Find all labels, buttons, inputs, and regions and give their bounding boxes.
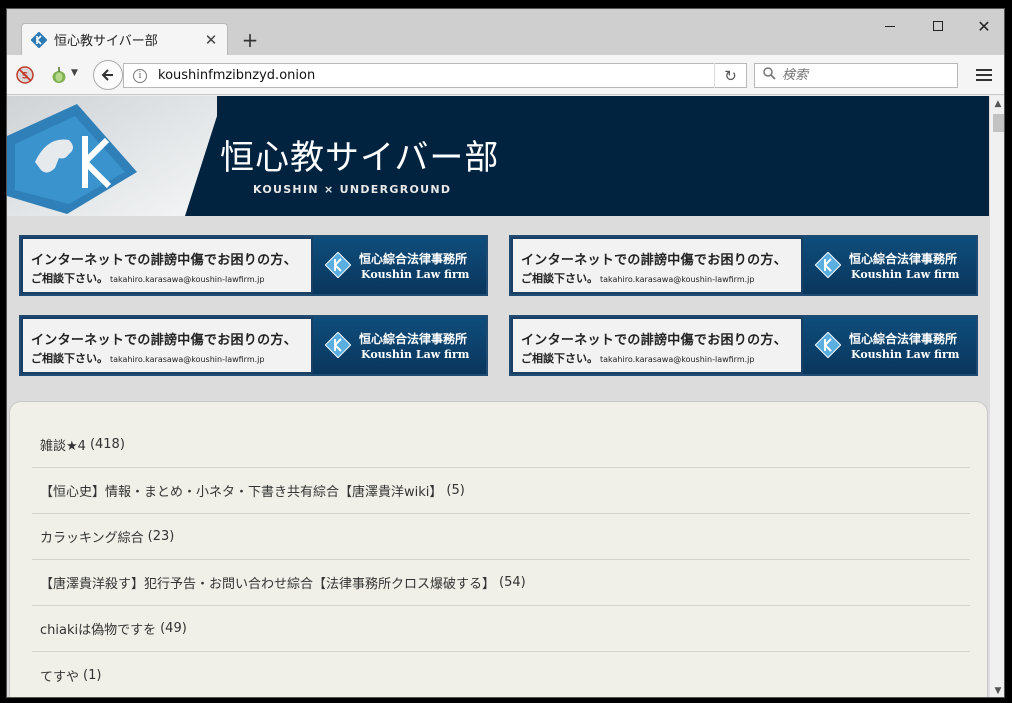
vertical-scrollbar[interactable]: ▲ ▼	[989, 96, 1004, 697]
board-list-item[interactable]: chiakiは偽物ですを (49)	[32, 606, 970, 652]
search-input[interactable]	[782, 68, 942, 83]
board-list-item[interactable]: 【恒心史】情報・まとめ・小ネタ・下書き共有綜合【唐澤貴洋wiki】 (5)	[32, 468, 970, 514]
ad-banner[interactable]: インターネットでの誹謗中傷でお困りの方、 ご相談下さい。 takahiro.kar…	[509, 315, 978, 376]
banner-firm-en: Koushin Law firm	[361, 268, 470, 281]
banner-email: takahiro.karasawa@koushin-lawfirm.jp	[600, 275, 755, 284]
banner-firm-jp: 恒心綜合法律事務所	[359, 332, 468, 346]
board-count: (5)	[446, 483, 465, 498]
board-list: 雑談★4 (418) 【恒心史】情報・まとめ・小ネタ・下書き共有綜合【唐澤貴洋wi…	[9, 401, 988, 697]
banner-firm-jp: 恒心綜合法律事務所	[849, 252, 958, 266]
banner-line2-text: ご相談下さい。	[521, 352, 598, 365]
banner-line2-text: ご相談下さい。	[521, 272, 598, 285]
window-close-button[interactable]: ✕	[969, 15, 999, 37]
banner-line2: ご相談下さい。 takahiro.karasawa@koushin-lawfirm…	[521, 350, 754, 366]
board-name[interactable]: 雑談★4	[40, 435, 86, 454]
reload-icon[interactable]: ↻	[714, 63, 746, 88]
banner-line2: ご相談下さい。 takahiro.karasawa@koushin-lawfirm…	[521, 270, 754, 286]
law-firm-logo-icon	[815, 332, 841, 358]
ad-banner[interactable]: インターネットでの誹謗中傷でお困りの方、 ご相談下さい。 takahiro.kar…	[19, 315, 488, 376]
scroll-up-icon[interactable]: ▲	[990, 96, 1004, 112]
banner-firm-en: Koushin Law firm	[851, 268, 960, 281]
tab-bar: 恒心教サイバー部 ✕ + ✕	[7, 9, 1004, 55]
banner-email: takahiro.karasawa@koushin-lawfirm.jp	[110, 355, 265, 364]
board-name[interactable]: 【唐澤貴洋殺す】犯行予告・お問い合わせ綜合【法律事務所クロス爆破する】	[40, 573, 495, 592]
board-name[interactable]: てすや	[40, 666, 79, 685]
banner-firm-jp: 恒心綜合法律事務所	[849, 332, 958, 346]
board-count: (54)	[499, 575, 526, 590]
board-list-item[interactable]: てすや (1)	[32, 652, 970, 697]
ad-banner[interactable]: インターネットでの誹謗中傷でお困りの方、 ご相談下さい。 takahiro.kar…	[509, 235, 978, 296]
noscript-glyph-icon: S	[16, 66, 34, 84]
law-firm-logo-icon	[815, 252, 841, 278]
banner-firm-en: Koushin Law firm	[851, 348, 960, 361]
banner-email: takahiro.karasawa@koushin-lawfirm.jp	[110, 275, 265, 284]
board-name[interactable]: カラッキング綜合	[40, 527, 144, 546]
browser-window: 恒心教サイバー部 ✕ + ✕ S ▼ i koushinfmzibnzyd.on…	[6, 8, 1005, 698]
site-favicon-icon	[31, 31, 47, 48]
search-icon	[763, 67, 776, 84]
board-name[interactable]: 【恒心史】情報・まとめ・小ネタ・下書き共有綜合【唐澤貴洋wiki】	[40, 481, 442, 500]
onion-dropdown-icon[interactable]: ▼	[71, 68, 78, 78]
banner-line2: ご相談下さい。 takahiro.karasawa@koushin-lawfirm…	[31, 270, 264, 286]
koushin-logo-icon	[7, 96, 217, 216]
board-name[interactable]: chiakiは偽物ですを	[40, 619, 156, 638]
board-count: (23)	[147, 529, 175, 544]
maximize-button[interactable]	[923, 15, 953, 37]
tab-title: 恒心教サイバー部	[54, 34, 158, 49]
maximize-icon	[933, 21, 943, 31]
banner-firm-jp: 恒心綜合法律事務所	[359, 252, 468, 266]
board-list-item[interactable]: 【唐澤貴洋殺す】犯行予告・お問い合わせ綜合【法律事務所クロス爆破する】 (54)	[32, 560, 970, 606]
new-tab-icon[interactable]: +	[239, 29, 261, 51]
banner-firm-area: 恒心綜合法律事務所 Koushin Law firm	[803, 237, 976, 294]
site-info-icon[interactable]: i	[133, 68, 147, 83]
banner-firm-area: 恒心綜合法律事務所 Koushin Law firm	[313, 237, 486, 294]
banner-line2-text: ご相談下さい。	[31, 352, 108, 365]
banner-email: takahiro.karasawa@koushin-lawfirm.jp	[600, 355, 755, 364]
law-firm-logo-icon	[325, 332, 351, 358]
url-bar[interactable]: i koushinfmzibnzyd.onion ↻	[123, 63, 747, 88]
onion-glyph-icon	[52, 67, 66, 83]
back-arrow-icon	[101, 69, 113, 81]
search-bar[interactable]	[754, 63, 958, 88]
banner-text-area: インターネットでの誹謗中傷でお困りの方、 ご相談下さい。 takahiro.kar…	[511, 317, 803, 374]
scroll-down-icon[interactable]: ▼	[990, 683, 1004, 697]
banner-line1: インターネットでの誹謗中傷でお困りの方、	[31, 253, 298, 268]
site-header: 恒心教サイバー部 KOUSHIN × UNDERGROUND	[7, 96, 989, 216]
banner-line2: ご相談下さい。 takahiro.karasawa@koushin-lawfirm…	[31, 350, 264, 366]
board-count: (49)	[160, 621, 187, 636]
board-list-item[interactable]: カラッキング綜合 (23)	[32, 514, 970, 560]
tor-onion-icon[interactable]	[49, 65, 69, 85]
noscript-icon[interactable]: S	[15, 65, 35, 85]
banner-line1: インターネットでの誹謗中傷でお困りの方、	[521, 253, 788, 268]
tab-close-icon[interactable]: ✕	[201, 30, 221, 50]
site-subtitle: KOUSHIN × UNDERGROUND	[253, 183, 452, 196]
url-text[interactable]: koushinfmzibnzyd.onion	[158, 68, 714, 83]
tab-active[interactable]: 恒心教サイバー部 ✕	[21, 23, 228, 55]
scroll-thumb[interactable]	[993, 114, 1004, 132]
banner-text-area: インターネットでの誹謗中傷でお困りの方、 ご相談下さい。 takahiro.kar…	[511, 237, 803, 294]
minimize-button[interactable]	[875, 15, 905, 37]
minimize-icon	[885, 25, 895, 27]
banner-line2-text: ご相談下さい。	[31, 272, 108, 285]
banner-firm-area: 恒心綜合法律事務所 Koushin Law firm	[313, 317, 486, 374]
banner-text-area: インターネットでの誹謗中傷でお困りの方、 ご相談下さい。 takahiro.kar…	[21, 237, 313, 294]
nav-bar: S ▼ i koushinfmzibnzyd.onion ↻	[7, 55, 1004, 95]
board-count: (1)	[83, 667, 102, 683]
back-button[interactable]	[93, 60, 123, 90]
banner-text-area: インターネットでの誹謗中傷でお困りの方、 ご相談下さい。 takahiro.kar…	[21, 317, 313, 374]
board-count: (418)	[89, 437, 125, 452]
banner-line1: インターネットでの誹謗中傷でお困りの方、	[31, 333, 298, 348]
law-firm-logo-icon	[325, 252, 351, 278]
board-list-item[interactable]: 雑談★4 (418)	[32, 422, 970, 468]
ad-banner[interactable]: インターネットでの誹謗中傷でお困りの方、 ご相談下さい。 takahiro.kar…	[19, 235, 488, 296]
page-content: 恒心教サイバー部 KOUSHIN × UNDERGROUND インターネットでの…	[7, 96, 989, 697]
banner-firm-en: Koushin Law firm	[361, 348, 470, 361]
hamburger-menu-icon[interactable]	[973, 65, 995, 85]
site-title: 恒心教サイバー部	[220, 138, 500, 178]
banner-line1: インターネットでの誹謗中傷でお困りの方、	[521, 333, 788, 348]
banner-firm-area: 恒心綜合法律事務所 Koushin Law firm	[803, 317, 976, 374]
